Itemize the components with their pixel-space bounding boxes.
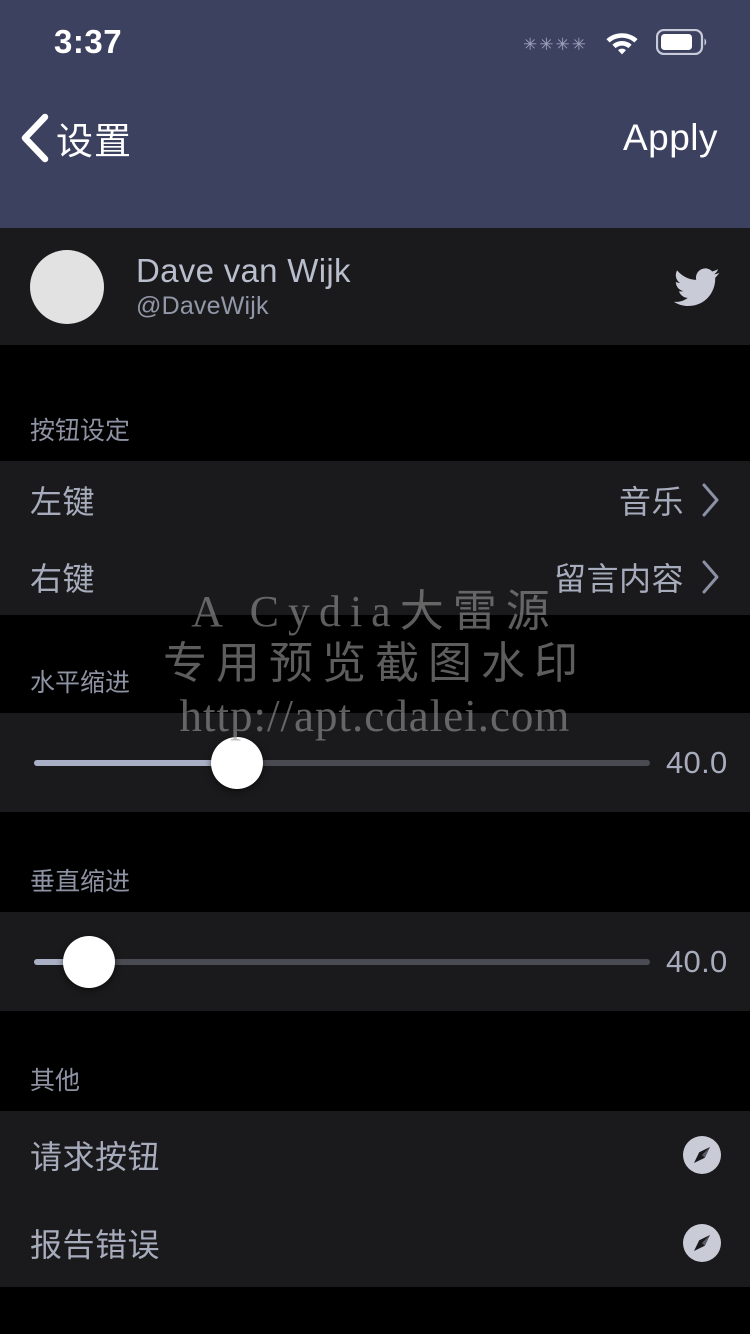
twitter-icon[interactable] bbox=[674, 267, 720, 307]
slider-track bbox=[34, 958, 650, 965]
navigation-bar: 3:37 ✳✳✳✳ 设置 Apply bbox=[0, 0, 750, 228]
chevron-right-icon bbox=[702, 483, 719, 516]
safari-icon[interactable] bbox=[682, 1135, 722, 1175]
profile-row[interactable]: Dave van Wijk @DaveWijk bbox=[0, 228, 750, 345]
status-bar: 3:37 ✳✳✳✳ bbox=[0, 0, 750, 84]
section-header-button-settings: 按钮设定 bbox=[30, 417, 131, 445]
row-report-bug-label: 报告错误 bbox=[30, 1227, 161, 1263]
row-right-key-label: 右键 bbox=[30, 560, 96, 597]
row-left-key-label: 左键 bbox=[30, 483, 96, 520]
chevron-right-icon bbox=[702, 560, 719, 593]
apply-button[interactable]: Apply bbox=[623, 117, 718, 159]
slider-value-horizontal-indent: 40.0 bbox=[666, 744, 728, 780]
settings-content: Dave van Wijk @DaveWijk 按钮设定 左键 音乐 右键 留言… bbox=[0, 228, 750, 1334]
section-other: 请求按钮 报告错误 bbox=[0, 1111, 750, 1287]
profile-name: Dave van Wijk bbox=[136, 252, 351, 289]
row-request-button-label: 请求按钮 bbox=[30, 1139, 161, 1175]
section-header-other: 其他 bbox=[30, 1067, 81, 1095]
section-header-other-wrap: 其他 bbox=[0, 1059, 750, 1111]
slider-vertical-indent[interactable] bbox=[34, 935, 650, 988]
section-button-settings: 左键 音乐 右键 留言内容 bbox=[0, 461, 750, 615]
profile-text: Dave van Wijk @DaveWijk bbox=[136, 252, 674, 321]
nav-row: 设置 Apply bbox=[0, 92, 750, 184]
section-header-button-settings-wrap: 按钮设定 bbox=[0, 415, 750, 461]
slider-value-vertical-indent: 40.0 bbox=[666, 943, 728, 979]
slider-track-fill bbox=[34, 759, 238, 766]
avatar bbox=[30, 249, 104, 324]
section-header-vertical-wrap: 垂直缩进 bbox=[0, 860, 750, 912]
back-button[interactable]: 设置 bbox=[18, 111, 132, 165]
row-right-key-value: 留言内容 bbox=[553, 560, 684, 597]
row-right-key[interactable]: 右键 留言内容 bbox=[0, 538, 750, 615]
wifi-icon bbox=[606, 33, 638, 55]
section-header-horizontal-indent: 水平缩进 bbox=[30, 669, 131, 697]
profile-handle: @DaveWijk bbox=[136, 292, 269, 320]
row-request-button[interactable]: 请求按钮 bbox=[0, 1111, 750, 1199]
back-chevron-icon bbox=[21, 113, 49, 163]
phone-screen: 3:37 ✳✳✳✳ 设置 Apply Dave van Wijk @DaveWi… bbox=[0, 0, 750, 1334]
slider-thumb[interactable] bbox=[63, 935, 116, 988]
section-header-horizontal-wrap: 水平缩进 bbox=[0, 663, 750, 713]
slider-row-vertical-indent[interactable]: 40.0 bbox=[0, 912, 750, 1011]
section-gap bbox=[0, 1011, 750, 1059]
slider-horizontal-indent[interactable] bbox=[34, 736, 650, 789]
section-gap bbox=[0, 345, 750, 415]
safari-icon[interactable] bbox=[682, 1223, 722, 1263]
status-indicators: ✳✳✳✳ bbox=[523, 28, 708, 56]
back-button-label: 设置 bbox=[56, 121, 132, 162]
slider-thumb[interactable] bbox=[211, 736, 264, 789]
row-left-key-value: 音乐 bbox=[618, 483, 684, 520]
battery-icon bbox=[656, 29, 707, 55]
row-report-bug[interactable]: 报告错误 bbox=[0, 1199, 750, 1287]
section-gap bbox=[0, 615, 750, 663]
signal-strength-icon: ✳✳✳✳ bbox=[523, 34, 588, 54]
section-header-vertical-indent: 垂直缩进 bbox=[30, 868, 131, 896]
section-gap bbox=[0, 812, 750, 860]
slider-row-horizontal-indent[interactable]: 40.0 bbox=[0, 713, 750, 812]
row-left-key[interactable]: 左键 音乐 bbox=[0, 461, 750, 538]
status-time: 3:37 bbox=[54, 23, 123, 60]
